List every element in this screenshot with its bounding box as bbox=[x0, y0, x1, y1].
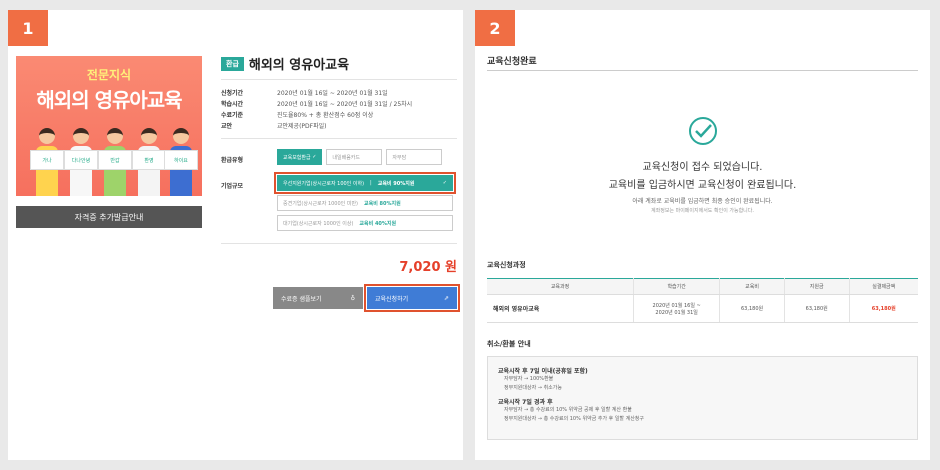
spec-row: 신청기간 2020년 01월 16일 ~ 2020년 01월 31일 bbox=[221, 90, 388, 97]
step-badge-2: 2 bbox=[475, 10, 515, 46]
payment-message: 교육비를 입금하시면 교육신청이 완료됩니다. bbox=[608, 180, 797, 191]
refund-title: 취소/환불 안내 bbox=[487, 340, 531, 348]
company-option-priority[interactable]: 우선지원기업(상시근로자 100인 이하) | 교육비 90%지원 ✓ bbox=[274, 172, 456, 194]
check-circle-icon bbox=[688, 117, 717, 145]
complete-message: 교육신청이 접수 되었습니다. bbox=[642, 162, 763, 173]
course-banner: 전문지식 해외의 영유아교육 가나 다나안녕 반갑 환영 하이요 bbox=[16, 56, 202, 196]
step-badge-1: 1 bbox=[8, 10, 48, 46]
figure-1: 가나 bbox=[30, 128, 64, 196]
company-option-midsize[interactable]: 중견기업(상시근로자 1000인 미만) 교육비 80%지원 bbox=[277, 195, 453, 211]
figure-2: 다나안녕 bbox=[64, 128, 98, 196]
company-size-row: 기업규모 우선지원기업(상시근로자 100인 이하) | 교육비 90%지원 ✓ 중견… bbox=[221, 172, 457, 231]
table-row: 해외의 영유아교육 2020년 01월 16일 ~2020년 01월 31일 6… bbox=[487, 294, 918, 323]
banner-subtitle: 전문지식 bbox=[86, 68, 132, 82]
figure-3: 반갑 bbox=[98, 128, 132, 196]
refund-option-self[interactable]: 자부담 bbox=[386, 149, 443, 165]
company-option-large[interactable]: 대기업(상시근로자 1000인 이상) 교육비 40%지원 bbox=[277, 215, 453, 231]
process-table: 교육과정 학습기간 교육비 지원금 실결제금액 해외의 영유아교육 2020년 … bbox=[487, 278, 918, 323]
refund-type-label: 환급유형 bbox=[221, 157, 244, 164]
product-title: 해외의 영유아교육 bbox=[248, 58, 350, 73]
external-link-icon: ⇗ bbox=[443, 294, 449, 302]
certificate-sample-button[interactable]: 수료증 샘플보기 ♁ bbox=[273, 287, 363, 309]
course-info: 환급 해외의 영유아교육 신청기간 2020년 01월 16일 ~ 2020년 0… bbox=[221, 54, 460, 312]
spec-row: 학습시간 2020년 01월 16일 ~ 2020년 01월 31일 / 25차시 bbox=[221, 101, 413, 108]
banner-title: 해외의 영유아교육 bbox=[36, 88, 182, 112]
spec-row: 수료기준 진도율80% + 총 환산점수 60점 이상 bbox=[221, 112, 374, 119]
refund-notice: 교육시작 후 7일 이내(공휴일 포함) 자부담자 → 100%환불 정부지원대… bbox=[487, 356, 918, 440]
certificate-info-button[interactable]: 자격증 추가발급안내 bbox=[16, 206, 202, 228]
page-title: 교육신청완료 bbox=[487, 57, 537, 67]
figure-4: 환영 bbox=[132, 128, 166, 196]
process-title: 교육신청과정 bbox=[487, 261, 526, 269]
right-panel: 2 교육신청완료 교육신청이 접수 되었습니다. 교육비를 입금하시면 교육신청… bbox=[475, 10, 930, 460]
spec-list: 신청기간 2020년 01월 16일 ~ 2020년 01월 31일 학습시간 20… bbox=[221, 88, 457, 132]
spec-row: 교안 교안제공(PDF파일) bbox=[221, 123, 327, 130]
left-panel: 1 전문지식 해외의 영유아교육 가나 다나안녕 반갑 환영 하이요 자격증 추… bbox=[8, 10, 463, 460]
ribbon-icon: ♁ bbox=[350, 294, 355, 302]
refund-tag: 환급 bbox=[221, 56, 244, 71]
price: 7,020 원 bbox=[399, 260, 457, 275]
figure-5: 하이요 bbox=[164, 128, 198, 196]
refund-option-insurance[interactable]: 교육보험환급 ✓ bbox=[277, 149, 323, 165]
company-size-label: 기업규모 bbox=[221, 183, 244, 190]
account-info-message: 아래 계좌로 교육비를 입금하면 최종 승인이 완료됩니다. bbox=[632, 198, 773, 205]
check-icon: ✓ bbox=[442, 180, 447, 186]
refund-type-row: 환급유형 교육보험환급 ✓ 내일배움카드 자부담 bbox=[221, 149, 457, 165]
apply-course-button[interactable]: 교육신청하기 ⇗ bbox=[364, 284, 460, 312]
refund-option-card[interactable]: 내일배움카드 bbox=[326, 149, 383, 165]
mypage-message: 계좌정보는 마이페이지에서도 확인이 가능합니다. bbox=[651, 208, 754, 214]
